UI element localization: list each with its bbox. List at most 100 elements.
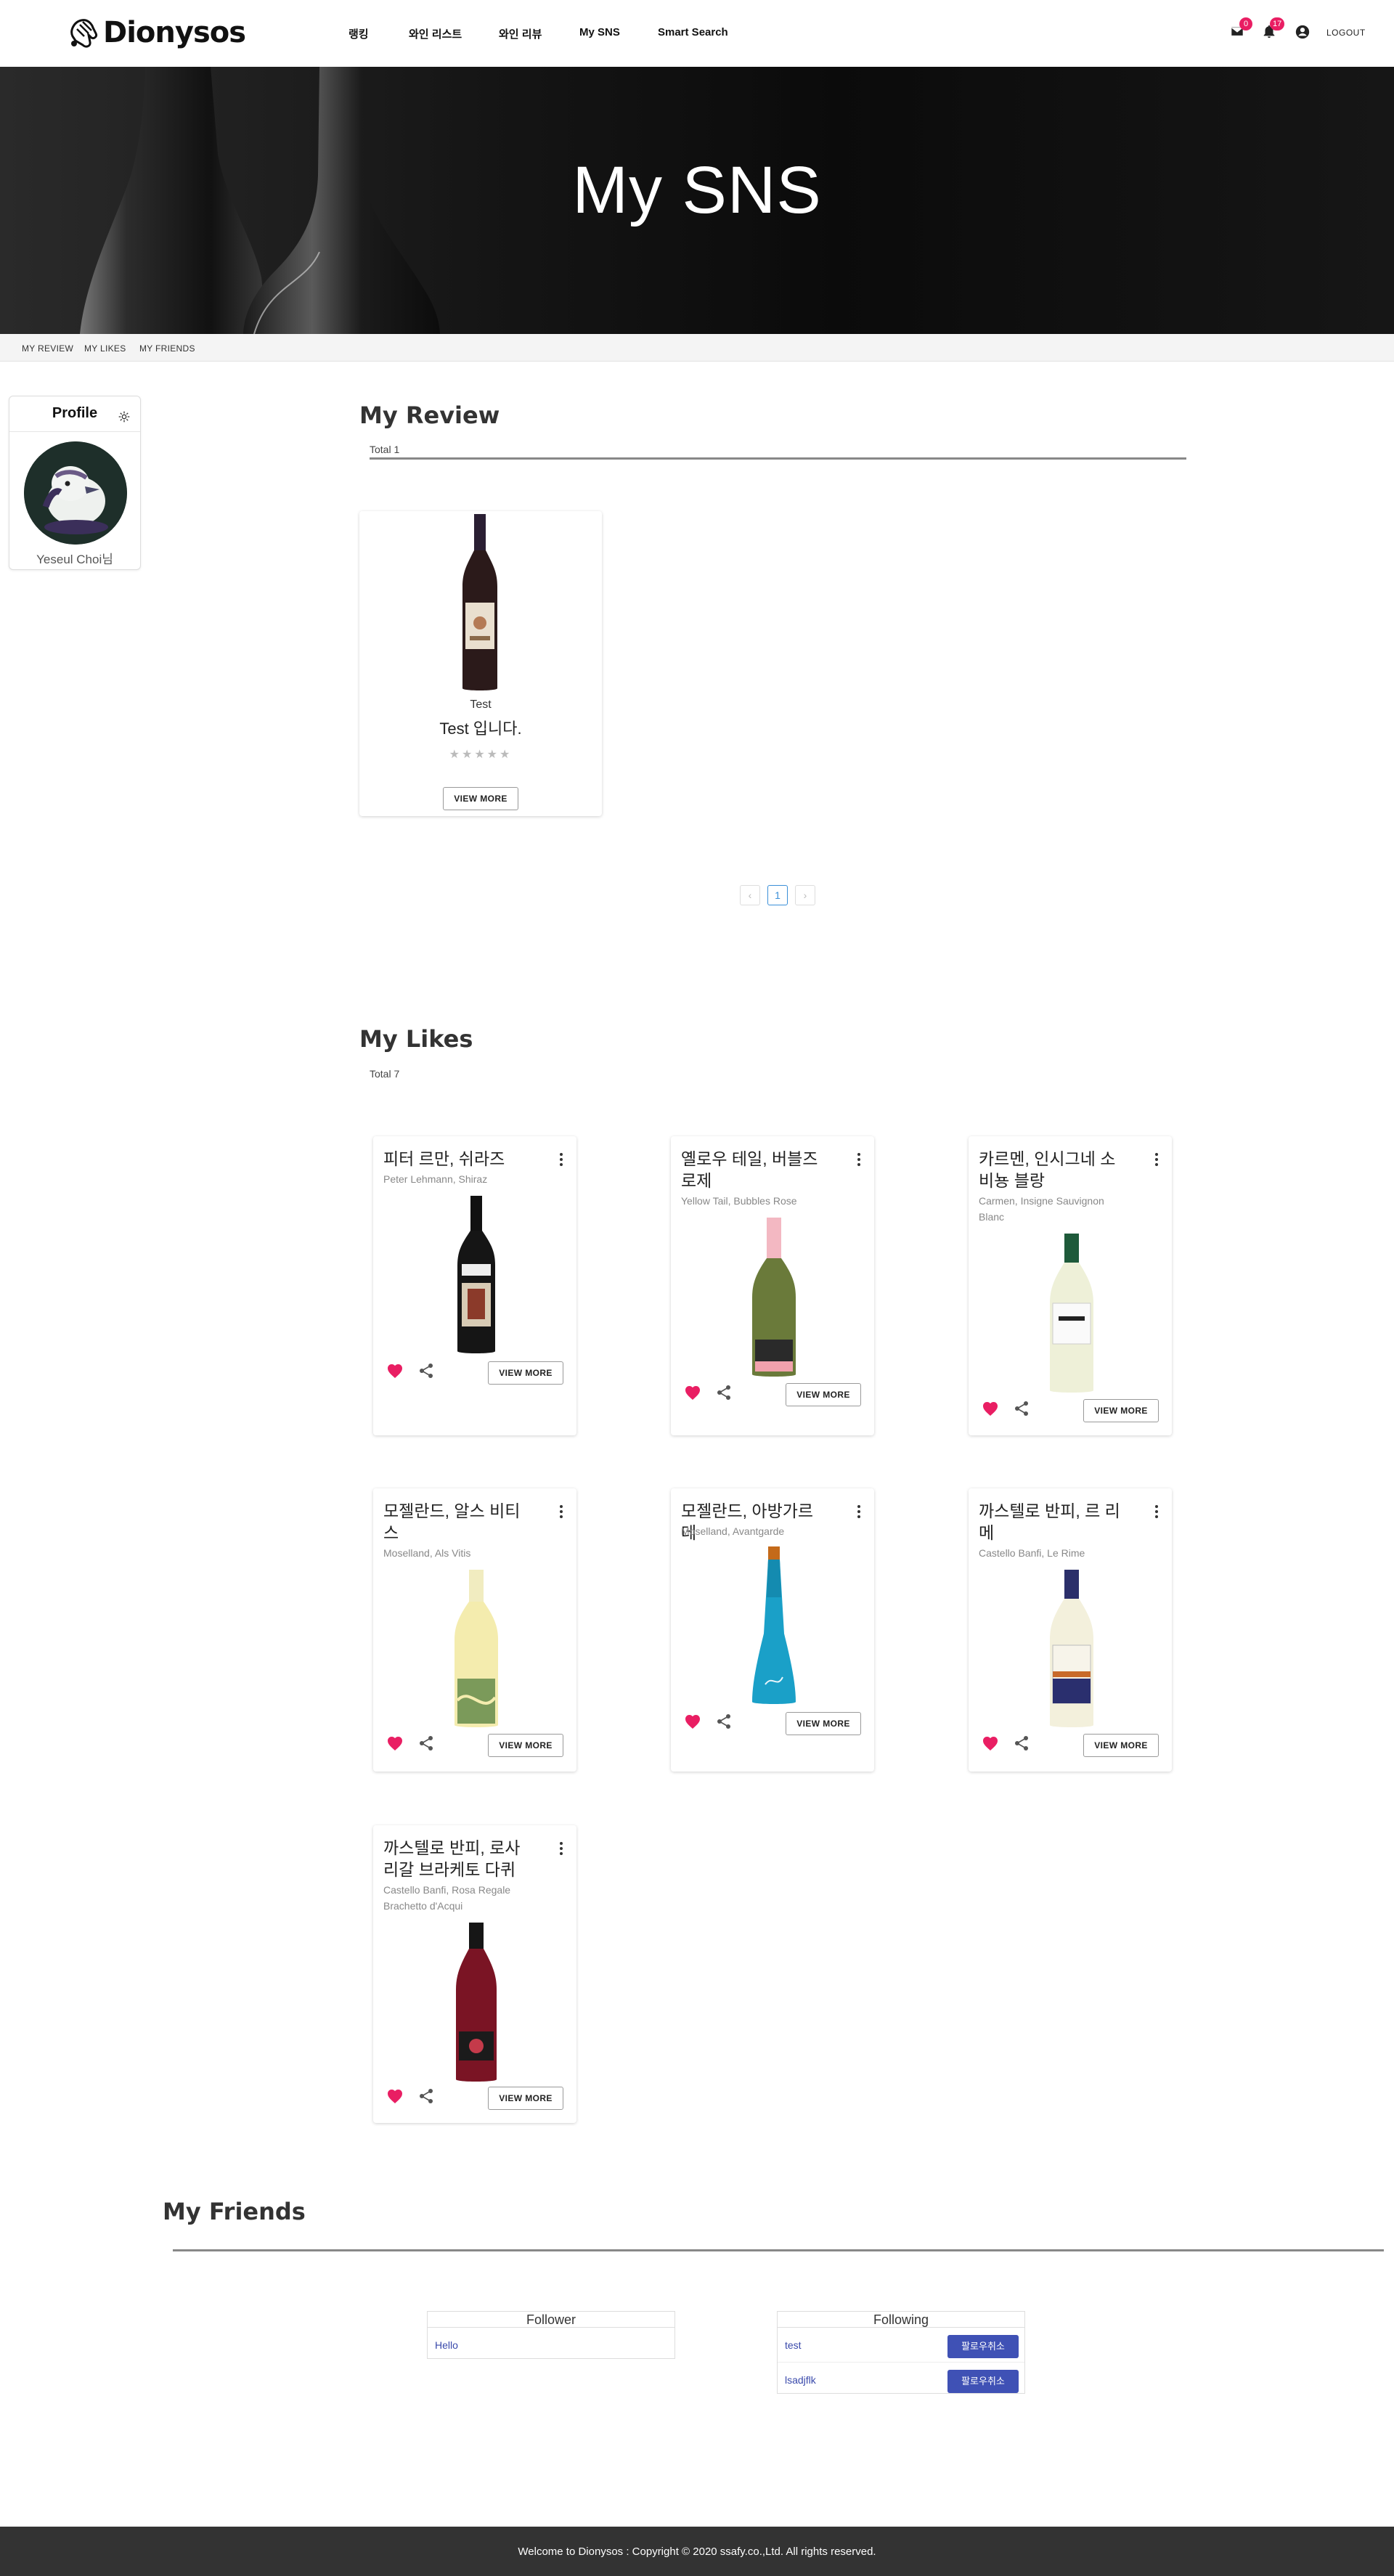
share-icon[interactable] [418, 2088, 434, 2104]
heart-icon[interactable] [982, 1735, 999, 1751]
pagination-page-1[interactable]: 1 [767, 885, 788, 905]
heart-icon[interactable] [386, 1363, 404, 1379]
liked-wine-title: 까스텔로 반피, 르 리메 [979, 1501, 1120, 1542]
more-vert-icon[interactable] [857, 1152, 861, 1167]
liked-wine-title: 까스텔로 반피, 로사 리갈 브라케토 다퀴 [383, 1838, 521, 1879]
liked-wine-card[interactable]: 카르멘, 인시그네 소비뇽 블랑 Carmen, Insigne Sauvign… [969, 1136, 1172, 1435]
top-app-bar: Dionysos 랭킹 와인 리스트 와인 리뷰 My SNS Smart Se… [0, 0, 1394, 67]
profile-card: Profile Yeseul Choi님 [9, 396, 141, 570]
liked-wine-card[interactable]: 옐로우 테일, 버블즈 로제 Yellow Tail, Bubbles Rose… [671, 1136, 874, 1435]
liked-wine-card[interactable]: 피터 르만, 쉬라즈 Peter Lehmann, Shiraz VIEW MO… [373, 1136, 576, 1435]
unfollow-button[interactable]: 팔로우취소 [947, 2370, 1019, 2393]
liked-view-more-button[interactable]: VIEW MORE [1083, 1399, 1159, 1422]
more-vert-icon[interactable] [559, 1504, 563, 1519]
nav-my-sns[interactable]: My SNS [579, 26, 620, 38]
more-vert-icon[interactable] [857, 1504, 861, 1519]
pagination-next-button[interactable]: › [795, 885, 815, 905]
review-wine-bottle-image [462, 514, 497, 690]
share-icon[interactable] [716, 1385, 732, 1401]
liked-wine-title: 옐로우 테일, 버블즈 로제 [681, 1149, 818, 1190]
my-friends-divider [173, 2249, 1384, 2251]
follower-list: Follower Hello [427, 2311, 675, 2359]
liked-wine-subtitle: Carmen, Insigne Sauvignon Blanc [979, 1195, 1104, 1223]
footer-copyright: Welcome to Dionysos : Copyright © 2020 s… [518, 2546, 876, 2558]
liked-wine-subtitle: Castello Banfi, Le Rime [979, 1547, 1085, 1559]
heart-icon[interactable] [386, 1735, 404, 1751]
logo-hand-icon [70, 19, 97, 48]
review-card[interactable]: Test Test 입니다. ★★★★★ VIEW MORE [359, 511, 602, 816]
mail-button[interactable]: 0 [1229, 17, 1252, 42]
tab-my-likes[interactable]: MY LIKES [84, 343, 126, 354]
follower-name[interactable]: Hello [435, 2339, 458, 2351]
heart-icon[interactable] [982, 1401, 999, 1417]
liked-wine-card[interactable]: 까스텔로 반피, 로사 리갈 브라케토 다퀴 Castello Banfi, R… [373, 1825, 576, 2123]
tab-my-friends[interactable]: MY FRIENDS [139, 343, 195, 354]
heart-icon[interactable] [684, 1713, 701, 1729]
following-row[interactable]: lsadjflk 팔로우취소 [778, 2363, 1024, 2397]
nav-ranking[interactable]: 랭킹 [348, 26, 369, 41]
heart-icon[interactable] [386, 2088, 404, 2104]
following-name[interactable]: test [785, 2339, 802, 2351]
liked-wine-card[interactable]: 모젤란드, 알스 비티스 Moselland, Als Vitis VIEW M… [373, 1488, 576, 1772]
liked-wine-card[interactable]: 까스텔로 반피, 르 리메 Castello Banfi, Le Rime VI… [969, 1488, 1172, 1772]
share-icon[interactable] [1014, 1401, 1030, 1417]
nav-wine-list[interactable]: 와인 리스트 [409, 26, 462, 41]
wine-bottle-image [457, 1196, 495, 1353]
more-vert-icon[interactable] [1154, 1152, 1159, 1167]
more-vert-icon[interactable] [559, 1841, 563, 1856]
account-circle-icon [1295, 25, 1310, 39]
brand-logo[interactable]: Dionysos [67, 15, 246, 51]
gear-icon[interactable] [118, 411, 130, 423]
hero-banner: My SNS [0, 67, 1394, 334]
my-friends-title: My Friends [163, 2198, 306, 2225]
liked-view-more-button[interactable]: VIEW MORE [488, 1734, 563, 1757]
review-view-more-button[interactable]: VIEW MORE [443, 787, 518, 810]
following-row[interactable]: test 팔로우취소 [778, 2328, 1024, 2363]
wine-bottle-image [752, 1546, 796, 1704]
liked-wine-subtitle: Moselland, Als Vitis [383, 1547, 471, 1559]
footer: Welcome to Dionysos : Copyright © 2020 s… [0, 2527, 1394, 2576]
more-vert-icon[interactable] [1154, 1504, 1159, 1519]
my-likes-total: Total 7 [370, 1068, 400, 1080]
review-rating-stars[interactable]: ★★★★★ [359, 747, 602, 762]
my-review-title: My Review [359, 402, 500, 429]
share-icon[interactable] [418, 1363, 434, 1379]
liked-view-more-button[interactable]: VIEW MORE [1083, 1734, 1159, 1757]
unfollow-button[interactable]: 팔로우취소 [947, 2335, 1019, 2358]
liked-wine-subtitle: Peter Lehmann, Shiraz [383, 1173, 488, 1185]
profile-name: Yeseul Choi님 [36, 553, 113, 566]
more-vert-icon[interactable] [559, 1152, 563, 1167]
review-wine-name: Test [470, 698, 492, 711]
share-icon[interactable] [716, 1713, 732, 1729]
penguin-avatar-image [24, 441, 127, 545]
mail-badge: 0 [1239, 17, 1252, 30]
heart-icon[interactable] [684, 1385, 701, 1401]
share-icon[interactable] [1014, 1735, 1030, 1751]
brand-name: Dionysos [103, 16, 246, 49]
wine-bottle-image [752, 1218, 796, 1377]
nav-wine-review[interactable]: 와인 리뷰 [499, 26, 542, 41]
liked-view-more-button[interactable]: VIEW MORE [488, 2087, 563, 2110]
liked-wine-card[interactable]: 모젤란드, 아방가르데 Moselland, Avantgarde VIEW M… [671, 1488, 874, 1772]
follower-heading: Follower [428, 2312, 674, 2328]
pagination-prev-button[interactable]: ‹ [740, 885, 760, 905]
following-name[interactable]: lsadjflk [785, 2374, 816, 2386]
wine-bottle-image [1050, 1570, 1093, 1727]
wine-bottle-image [456, 1923, 497, 2082]
avatar[interactable] [24, 441, 127, 545]
following-heading: Following [778, 2312, 1024, 2328]
notifications-button[interactable]: 17 [1261, 17, 1285, 42]
profile-divider [9, 431, 140, 432]
liked-view-more-button[interactable]: VIEW MORE [488, 1361, 563, 1385]
share-icon[interactable] [418, 1735, 434, 1751]
liked-view-more-button[interactable]: VIEW MORE [786, 1383, 861, 1406]
follower-row[interactable]: Hello [428, 2328, 674, 2363]
liked-wine-subtitle: Castello Banfi, Rosa Regale Brachetto d'… [383, 1884, 511, 1912]
following-list: Following test 팔로우취소 lsadjflk 팔로우취소 [777, 2311, 1025, 2394]
nav-smart-search[interactable]: Smart Search [658, 26, 728, 38]
account-button[interactable] [1295, 24, 1313, 43]
liked-wine-subtitle: Moselland, Avantgarde [681, 1525, 785, 1537]
liked-view-more-button[interactable]: VIEW MORE [786, 1712, 861, 1735]
logout-link[interactable]: LOGOUT [1326, 28, 1366, 38]
tab-my-review[interactable]: MY REVIEW [22, 343, 73, 354]
